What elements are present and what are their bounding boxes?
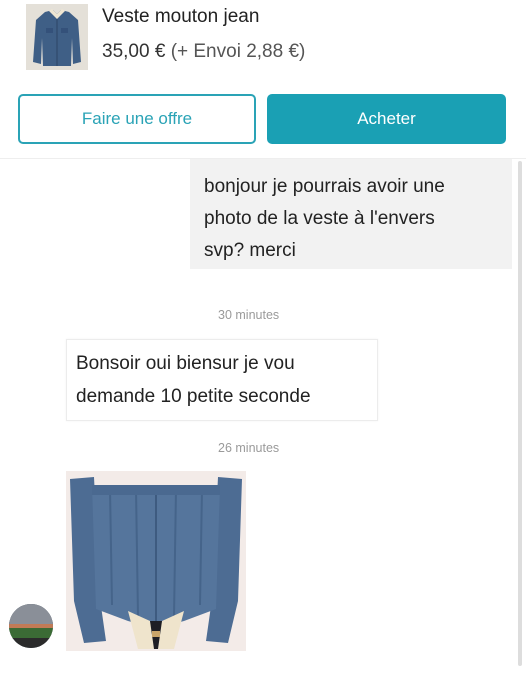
message-timestamp: 26 minutes [218, 441, 280, 455]
avatar-image [9, 604, 53, 648]
jacket-thumbnail-image [26, 4, 88, 70]
item-shipping: (+ Envoi 2,88 €) [170, 41, 306, 62]
chat-screen: Veste mouton jean 35,00 € (+ Envoi 2,88 … [0, 0, 526, 679]
item-price-line: 35,00 € (+ Envoi 2,88 €) [102, 41, 305, 63]
incoming-message: Bonsoir oui biensur je vou demande 10 pe… [66, 339, 378, 421]
outgoing-message: bonjour je pourrais avoir une photo de l… [190, 159, 512, 269]
jacket-back-photo [66, 471, 246, 651]
buy-button[interactable]: Acheter [267, 94, 506, 144]
item-thumbnail[interactable] [26, 4, 88, 70]
item-price: 35,00 € [102, 41, 166, 62]
make-offer-button[interactable]: Faire une offre [18, 94, 256, 144]
listing-header: Veste mouton jean 35,00 € (+ Envoi 2,88 … [0, 0, 526, 90]
scrollbar[interactable] [518, 161, 522, 666]
conversation-thread[interactable]: bonjour je pourrais avoir une photo de l… [0, 158, 526, 679]
photo-attachment[interactable] [66, 471, 246, 651]
sender-avatar[interactable] [9, 604, 53, 648]
item-title: Veste mouton jean [102, 6, 260, 27]
message-timestamp: 30 minutes [218, 308, 280, 322]
